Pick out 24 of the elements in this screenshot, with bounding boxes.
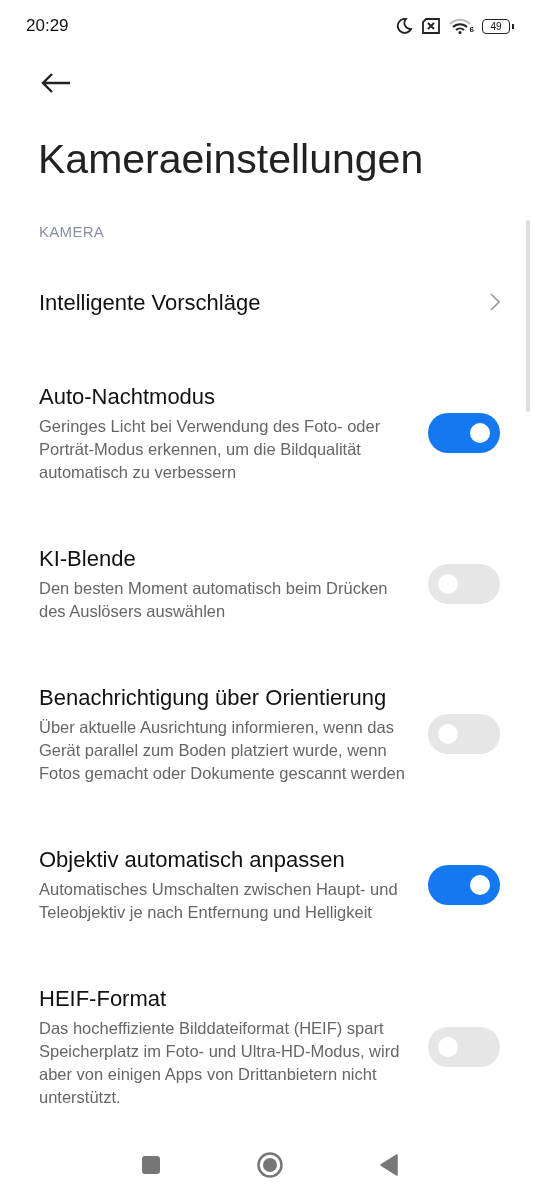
chevron-icon [490,293,500,311]
toggle-switch[interactable] [428,714,500,754]
moon-icon [394,17,413,35]
wifi-icon [448,18,471,34]
page-title: Kameraeinstellungen [38,136,425,183]
setting-description: Automatisches Umschalten zwischen Haupt- und Teleobjektiv je nach Entfernung und Helligkeit [39,879,399,923]
network-label: 6 [469,25,474,34]
toggle-switch[interactable] [428,563,500,604]
setting-title[interactable]: Objektiv automatisch anpassen [39,845,411,874]
sim-card-icon [420,18,441,34]
setting-title[interactable]: Auto-Nachtmodus [39,382,411,411]
setting-description: Geringes Licht bei Verwendung des Foto- oder Porträt-Modus erkennen, um die Bildqualität automatisch zu verbessern [39,416,382,483]
toggle-switch[interactable] [428,864,500,905]
toggle-switch[interactable] [428,413,500,453]
setting-description: Das hocheffiziente Bilddateiformat (HEIF) spart Speicherplatz im Foto- und Ultra-HD-Modus, wird aber von einigen Apps von Drittanbietern nicht unterstützt. [39,1018,401,1108]
section-header: KAMERA [39,223,106,240]
setting-title[interactable]: Intelligente Vorschläge [39,287,411,317]
clock: 20:29 [26,16,69,36]
setting-description: Den besten Moment automatisch beim Drücken des Auslösers auswählen [39,578,389,622]
toggle-switch[interactable] [428,1026,500,1067]
setting-title[interactable]: Benachrichtigung über Orientierung [39,683,411,712]
setting-title[interactable]: KI-Blende [39,544,411,573]
setting-title[interactable]: HEIF-Format [39,984,411,1013]
setting-description: Über aktuelle Ausrichtung informieren, wenn das Gerät parallel zum Boden platziert wurde, wenn Fotos gemacht oder Dokumente gescannt werden [39,717,406,784]
